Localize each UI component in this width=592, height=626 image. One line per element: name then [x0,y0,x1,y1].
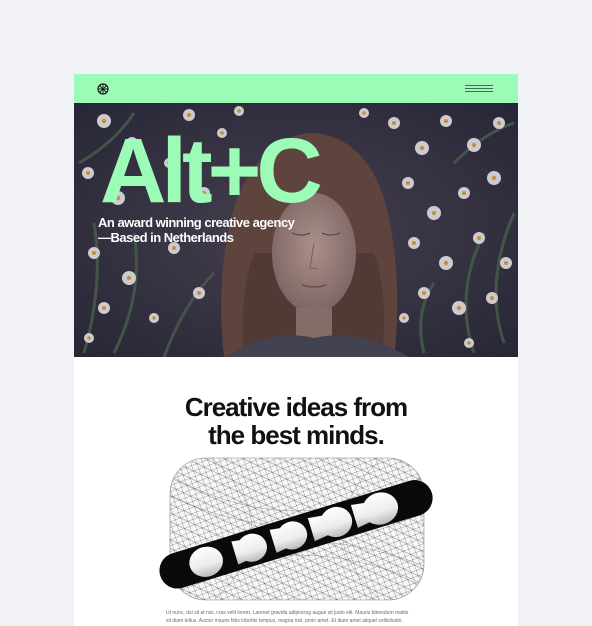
hamburger-menu-icon[interactable] [465,85,493,93]
body-line-2: sit diam tellus. Auctor mauris felis lob… [166,618,403,624]
menu-line [465,91,493,92]
page-frame: Alt+C An award winning creative agency —… [74,74,518,626]
navbar [74,74,518,103]
body-line-1: Ut nunc, dui sit at nisi, cras velit lor… [166,610,409,616]
hero-title: Alt+C [100,120,323,222]
headline-line-2: the best minds. [208,420,385,450]
hero-tagline: An award winning creative agency [98,215,295,230]
body-text: Ut nunc, dui sit at nisi, cras velit lor… [166,609,426,625]
hero-section: Alt+C An award winning creative agency —… [74,103,518,357]
headline-line-1: Creative ideas from [184,392,408,422]
section-headline: Creative ideas from the best minds. [74,393,518,449]
flower-logo-icon[interactable] [97,83,109,95]
hero-location: —Based in Netherlands [98,230,234,245]
menu-line [465,88,493,89]
abstract-3d-artwork [159,457,433,601]
menu-line [465,85,493,86]
